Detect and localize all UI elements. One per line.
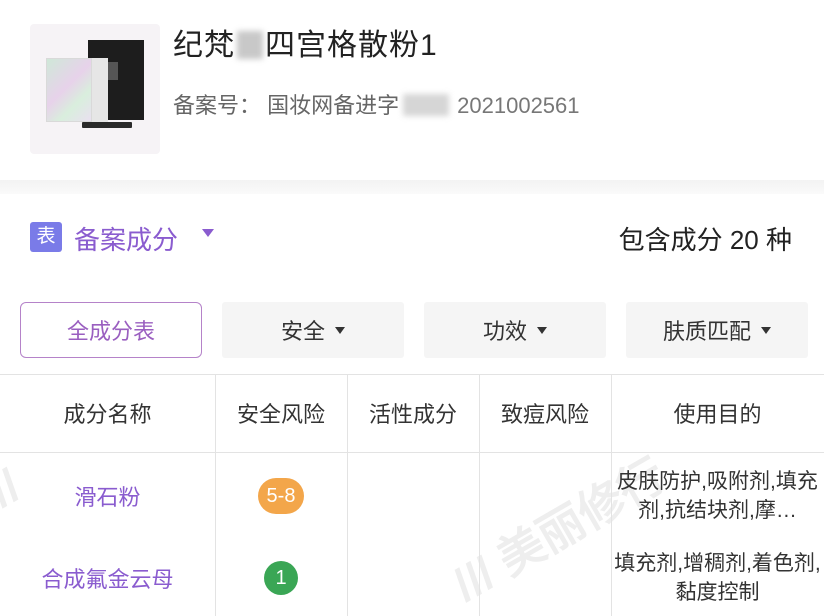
active-cell <box>347 540 479 616</box>
filter-bar: 全成分表 安全 功效 肤质匹配 <box>0 300 824 360</box>
caret-down-icon <box>537 326 547 334</box>
acne-risk-cell <box>479 452 611 540</box>
column-header-active: 活性成分 <box>368 402 457 427</box>
ingredient-table: /// 美丽修行 /// 成分名称 安全风险 活性成分 致痘风险 使用目的 滑石… <box>0 374 824 616</box>
palette-lid-graphic <box>92 58 108 122</box>
filter-safety-dropdown[interactable]: 安全 <box>222 302 404 358</box>
caret-down-icon <box>761 326 771 334</box>
product-card[interactable]: 纪梵 四宫格散粉1 备案号： 国妆网备进字 2021002561 <box>0 0 824 180</box>
ingredient-name[interactable]: 滑石粉 <box>74 480 140 512</box>
safety-risk-badge: 5-8 <box>257 478 305 514</box>
powder-palette-graphic <box>46 58 92 122</box>
product-title: 纪梵 四宫格散粉1 <box>173 20 438 64</box>
table-icon: 表 <box>30 222 62 252</box>
product-title-prefix: 纪梵 <box>173 29 235 62</box>
safety-risk-badge: 1 <box>264 561 298 595</box>
product-base-graphic <box>82 122 132 128</box>
redacted-text <box>237 31 263 59</box>
product-image[interactable] <box>30 24 160 154</box>
filter-label: 全成分表 <box>66 319 155 344</box>
active-cell <box>347 452 479 540</box>
purpose-cell: 皮肤防护,吸附剂,填充剂,抗结块剂,摩… <box>611 452 824 540</box>
section-header: 表 备案成分 包含成分 20 种 <box>0 196 824 286</box>
filter-full-list-tab[interactable]: 全成分表 <box>20 302 202 358</box>
registration-prefix: 国妆网备进字 <box>267 93 400 118</box>
table-row[interactable]: 滑石粉 <box>0 452 215 540</box>
filter-label: 安全 <box>280 319 325 344</box>
caret-down-icon[interactable] <box>202 229 214 237</box>
redacted-text <box>403 94 450 116</box>
column-header-safety-risk: 安全风险 <box>236 402 325 427</box>
column-header-name: 成分名称 <box>63 402 152 427</box>
registration-line: 备案号： 国妆网备进字 2021002561 <box>173 88 580 120</box>
table-row[interactable]: 合成氟金云母 <box>0 540 215 616</box>
column-header-acne-risk: 致痘风险 <box>500 402 589 427</box>
caret-down-icon <box>335 326 345 334</box>
registration-number: 2021002561 <box>457 93 580 118</box>
ingredient-count: 包含成分 20 种 <box>618 225 792 255</box>
product-title-suffix: 四宫格散粉1 <box>265 29 438 62</box>
purpose-cell: 填充剂,增稠剂,着色剂,黏度控制 <box>611 540 824 616</box>
safety-risk-cell: 5-8 <box>215 452 347 540</box>
filter-efficacy-dropdown[interactable]: 功效 <box>424 302 606 358</box>
safety-risk-cell: 1 <box>215 540 347 616</box>
section-divider <box>0 180 824 194</box>
purpose-text: 皮肤防护,吸附剂,填充剂,抗结块剂,摩… <box>617 470 818 522</box>
ingredient-name[interactable]: 合成氟金云母 <box>41 562 173 594</box>
filter-label: 功效 <box>482 319 527 344</box>
purpose-text: 填充剂,增稠剂,着色剂,黏度控制 <box>614 552 821 604</box>
registration-label: 备案号： <box>173 93 262 118</box>
filter-label: 肤质匹配 <box>662 319 751 344</box>
filter-skin-match-dropdown[interactable]: 肤质匹配 <box>626 302 808 358</box>
column-header-purpose: 使用目的 <box>673 402 762 427</box>
acne-risk-cell <box>479 540 611 616</box>
section-dropdown[interactable]: 备案成分 <box>74 220 178 257</box>
